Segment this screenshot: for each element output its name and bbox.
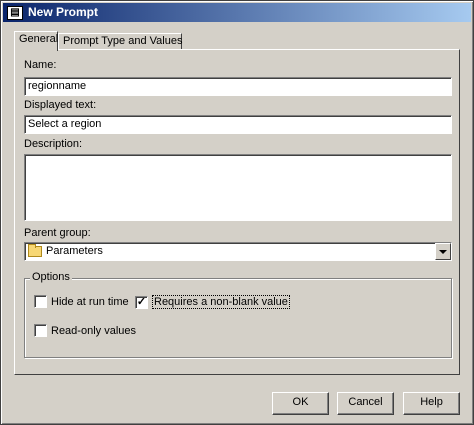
name-label: Name: xyxy=(24,59,57,71)
options-group: Options Hide at run time ✓ Requires a no… xyxy=(24,271,452,358)
parent-group-value: Parameters xyxy=(46,245,103,257)
tab-general[interactable]: General xyxy=(14,31,58,51)
read-only-values-box[interactable] xyxy=(34,324,47,337)
displayed-text-input[interactable]: Select a region xyxy=(24,115,452,134)
title-bar[interactable]: ▤ New Prompt xyxy=(3,3,471,22)
options-group-title: Options xyxy=(30,271,72,283)
tab-prompt-type-and-values[interactable]: Prompt Type and Values xyxy=(58,33,182,50)
folder-icon xyxy=(28,244,42,257)
displayed-text-label: Displayed text: xyxy=(24,99,97,111)
chevron-down-icon xyxy=(439,249,447,254)
prompt-app-icon: ▤ xyxy=(7,5,23,20)
requires-non-blank-label: Requires a non-blank value xyxy=(152,295,290,309)
hide-at-run-time-label: Hide at run time xyxy=(51,295,129,308)
read-only-values-checkbox[interactable]: Read-only values xyxy=(34,324,136,337)
description-textarea[interactable] xyxy=(24,154,452,221)
description-label: Description: xyxy=(24,138,83,150)
requires-non-blank-checkbox[interactable]: ✓ Requires a non-blank value xyxy=(135,295,290,309)
parent-group-select[interactable]: Parameters xyxy=(24,242,452,261)
parent-group-label: Parent group: xyxy=(24,227,91,239)
name-input[interactable]: regionname xyxy=(24,77,452,96)
help-button[interactable]: Help xyxy=(403,392,460,415)
read-only-values-label: Read-only values xyxy=(51,324,136,337)
hide-at-run-time-checkbox[interactable]: Hide at run time xyxy=(34,295,129,308)
requires-non-blank-box[interactable]: ✓ xyxy=(135,295,148,309)
window-title: New Prompt xyxy=(28,5,99,19)
hide-at-run-time-box[interactable] xyxy=(34,295,47,308)
dropdown-arrow-button[interactable] xyxy=(435,243,451,260)
general-tab-panel: Name: regionname Displayed text: Select … xyxy=(14,49,460,375)
ok-button[interactable]: OK xyxy=(272,392,329,415)
new-prompt-dialog: ▤ New Prompt General Prompt Type and Val… xyxy=(0,0,474,425)
cancel-button[interactable]: Cancel xyxy=(337,392,394,415)
